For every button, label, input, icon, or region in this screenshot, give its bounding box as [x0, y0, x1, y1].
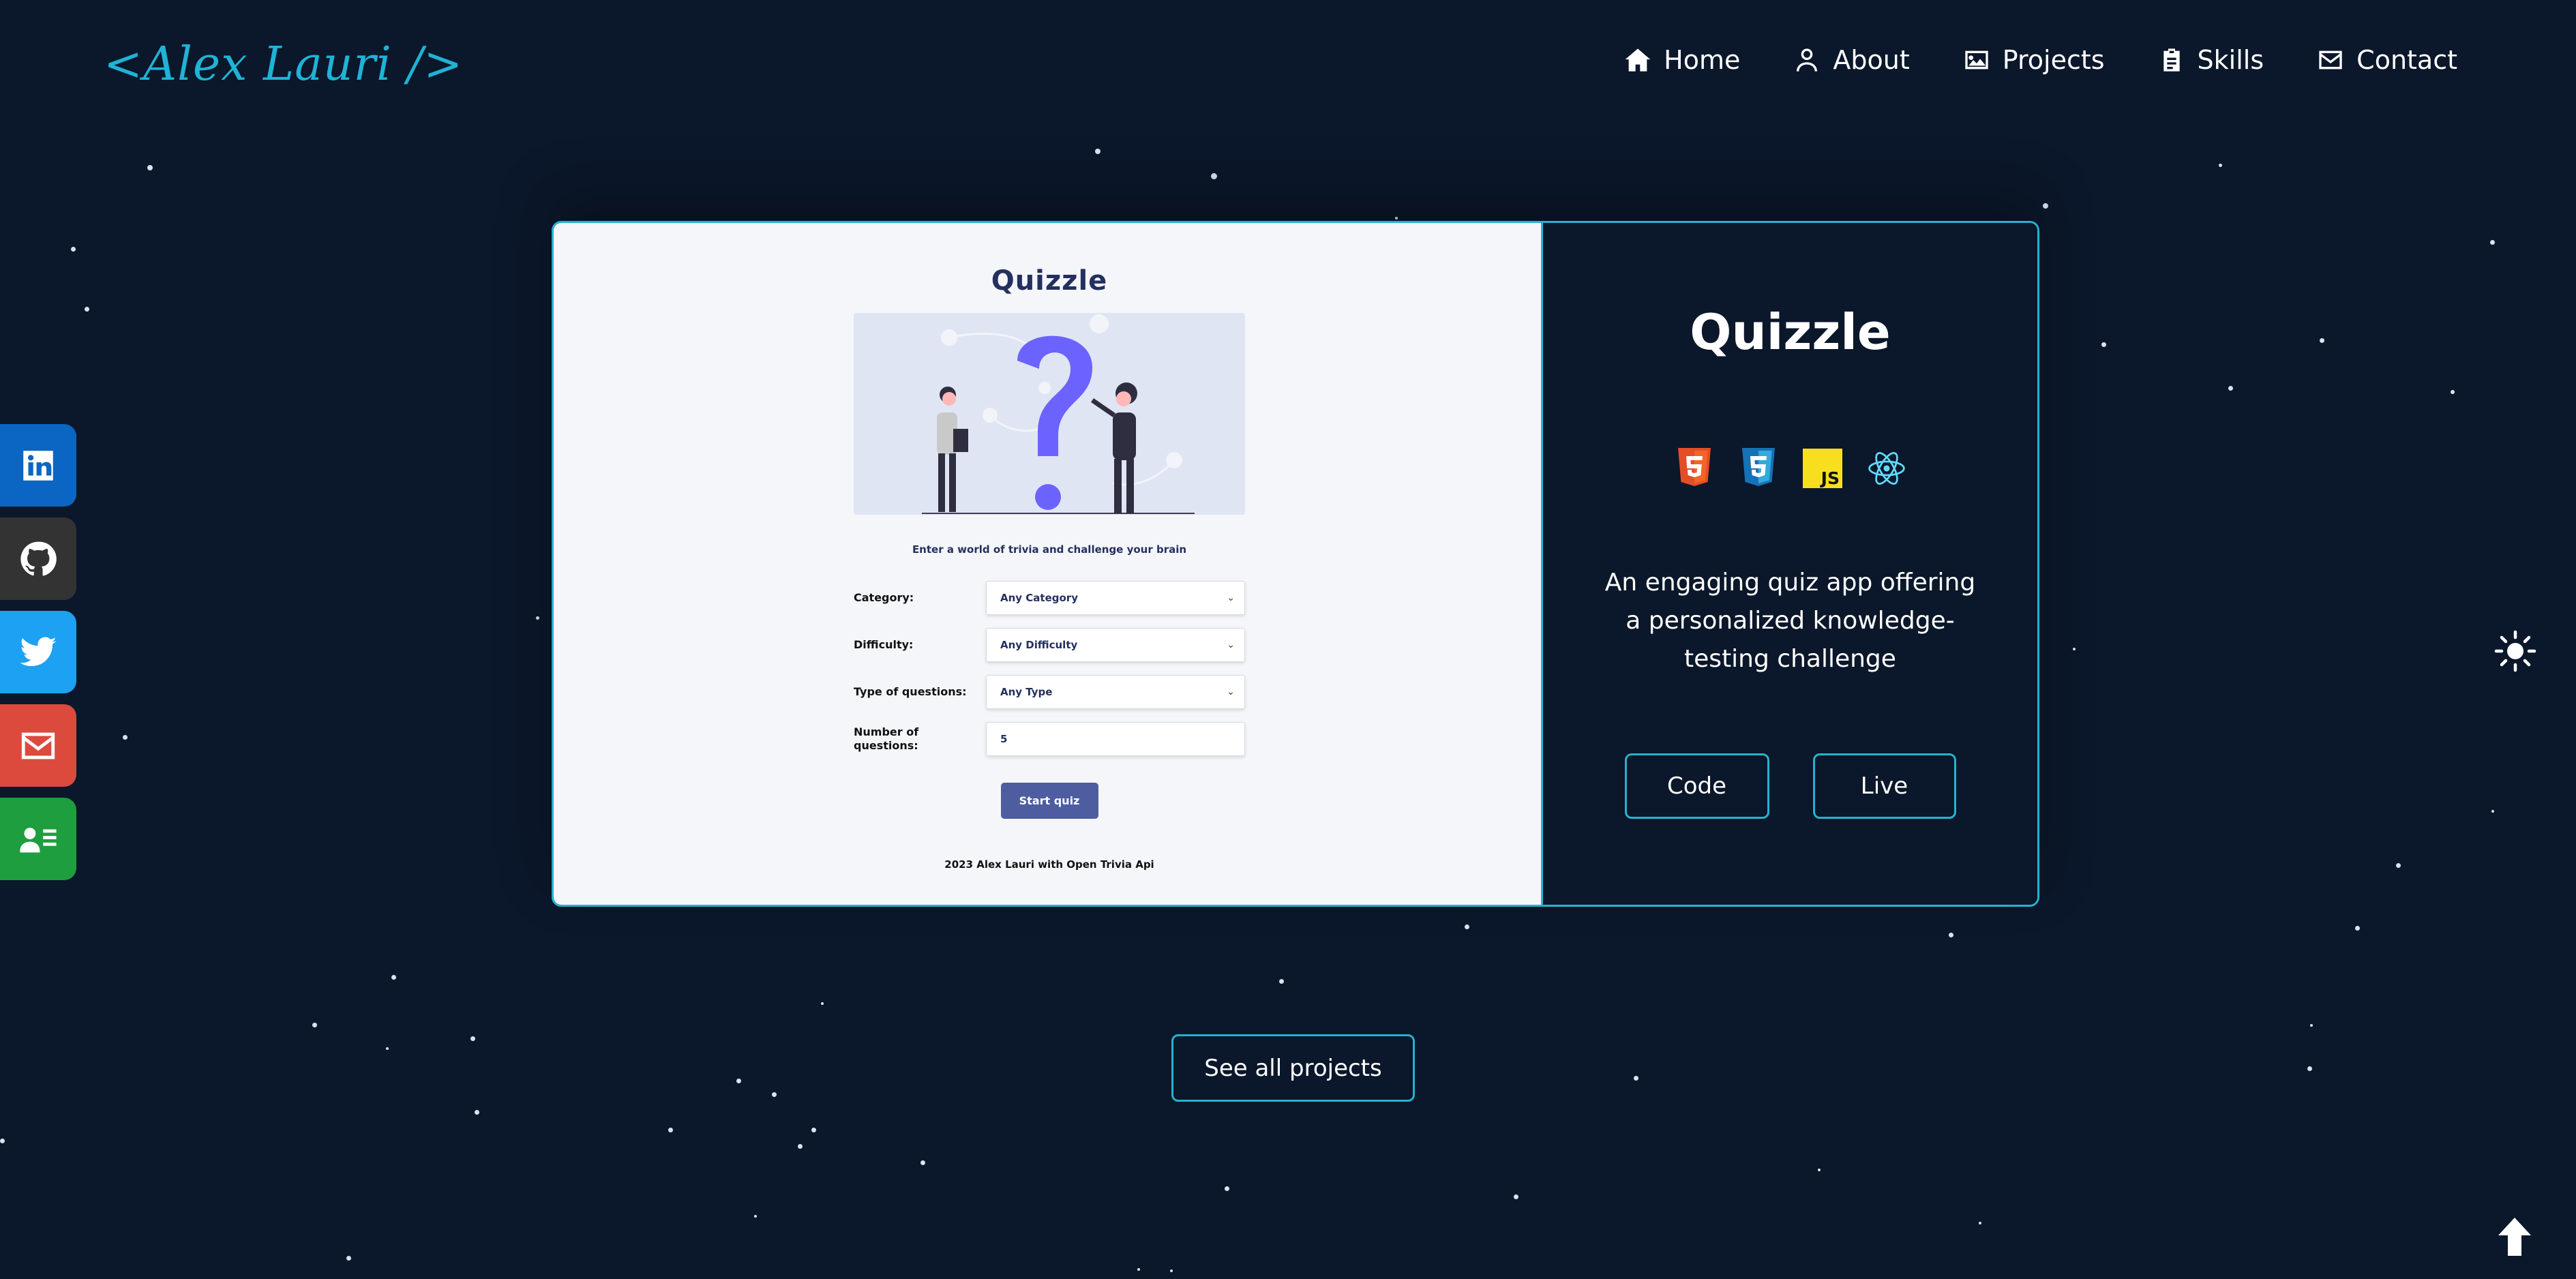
category-value: Any Category: [1000, 592, 1078, 604]
main-nav: Home About Projects Skills Contact: [1624, 45, 2457, 75]
react-icon: [1867, 447, 1906, 490]
nav-about[interactable]: About: [1793, 45, 1910, 75]
nav-contact[interactable]: Contact: [2317, 45, 2457, 75]
preview-subtitle: Enter a world of trivia and challenge yo…: [912, 543, 1187, 556]
code-button[interactable]: Code: [1624, 753, 1769, 819]
linkedin-icon: [23, 450, 53, 481]
type-label: Type of questions:: [854, 685, 967, 698]
theme-toggle-button[interactable]: [2494, 630, 2536, 672]
nav-about-label: About: [1833, 45, 1910, 75]
difficulty-value: Any Difficulty: [1000, 639, 1078, 651]
quiz-form: Category: Any Category ⌄ Difficulty: Any…: [854, 580, 1245, 757]
javascript-icon: JS: [1802, 447, 1842, 490]
nav-home-label: Home: [1664, 45, 1741, 75]
type-row: Type of questions: Any Type ⌄: [854, 674, 1245, 710]
svg-text:JS: JS: [1819, 468, 1839, 488]
resume-icon: [20, 827, 57, 852]
project-links: Code Live: [1543, 753, 2037, 819]
preview-title: Quizzle: [991, 265, 1108, 297]
project-card: Quizzle Enter a world of trivia and chal…: [552, 221, 2039, 907]
sun-icon: [2494, 630, 2536, 672]
number-row: Number of questions: 5: [854, 721, 1245, 757]
category-select[interactable]: Any Category ⌄: [986, 581, 1245, 615]
nav-skills[interactable]: Skills: [2158, 45, 2264, 75]
chevron-down-icon: ⌄: [1227, 687, 1235, 697]
nav-projects[interactable]: Projects: [1963, 45, 2105, 75]
mail-button[interactable]: [0, 704, 76, 787]
html5-icon: [1675, 447, 1714, 490]
chevron-down-icon: ⌄: [1227, 592, 1235, 603]
user-icon: [1797, 48, 1818, 72]
arrow-up-icon: [2498, 1218, 2531, 1256]
difficulty-label: Difficulty:: [854, 638, 914, 651]
github-button[interactable]: [0, 517, 76, 600]
category-row: Category: Any Category ⌄: [854, 580, 1245, 616]
tech-stack: JS: [1543, 447, 2037, 490]
difficulty-row: Difficulty: Any Difficulty ⌄: [854, 627, 1245, 663]
question-illustration: [854, 313, 1245, 515]
number-label: Number of questions:: [854, 725, 919, 752]
project-title: Quizzle: [1690, 303, 1891, 361]
project-preview[interactable]: Quizzle Enter a world of trivia and chal…: [554, 223, 1543, 905]
project-description: An engaging quiz app offering a personal…: [1604, 569, 1976, 673]
linkedin-button[interactable]: [0, 424, 76, 507]
category-label: Category:: [854, 591, 914, 604]
number-value: 5: [1000, 733, 1008, 745]
chevron-down-icon: ⌄: [1227, 640, 1235, 650]
mail-icon: [21, 732, 55, 759]
nav-home[interactable]: Home: [1624, 45, 1740, 75]
twitter-icon: [20, 636, 57, 666]
see-all-projects-button[interactable]: See all projects: [1171, 1034, 1415, 1102]
start-quiz-button[interactable]: Start quiz: [1000, 783, 1098, 819]
nav-skills-label: Skills: [2197, 45, 2264, 75]
home-icon: [1625, 48, 1651, 72]
resume-button[interactable]: [0, 798, 76, 880]
project-info: Quizzle JS An engaging quiz app offering…: [1543, 223, 2037, 905]
nav-projects-label: Projects: [2002, 45, 2105, 75]
preview-footer: 2023 Alex Lauri with Open Trivia Api: [944, 858, 1154, 871]
type-value: Any Type: [1000, 686, 1053, 698]
clipboard-icon: [2163, 48, 2180, 72]
twitter-button[interactable]: [0, 611, 76, 693]
site-logo[interactable]: <Alex Lauri />: [104, 37, 463, 91]
image-icon: [1965, 50, 1988, 70]
live-button[interactable]: Live: [1812, 753, 1956, 819]
social-sidebar: [0, 424, 76, 880]
type-select[interactable]: Any Type ⌄: [986, 675, 1245, 709]
scroll-to-top-button[interactable]: [2496, 1216, 2534, 1257]
nav-contact-label: Contact: [2356, 45, 2457, 75]
github-icon: [20, 541, 57, 575]
difficulty-select[interactable]: Any Difficulty ⌄: [986, 628, 1245, 662]
css3-icon: [1739, 447, 1778, 490]
number-input[interactable]: 5: [986, 722, 1245, 756]
envelope-icon: [2319, 50, 2342, 70]
